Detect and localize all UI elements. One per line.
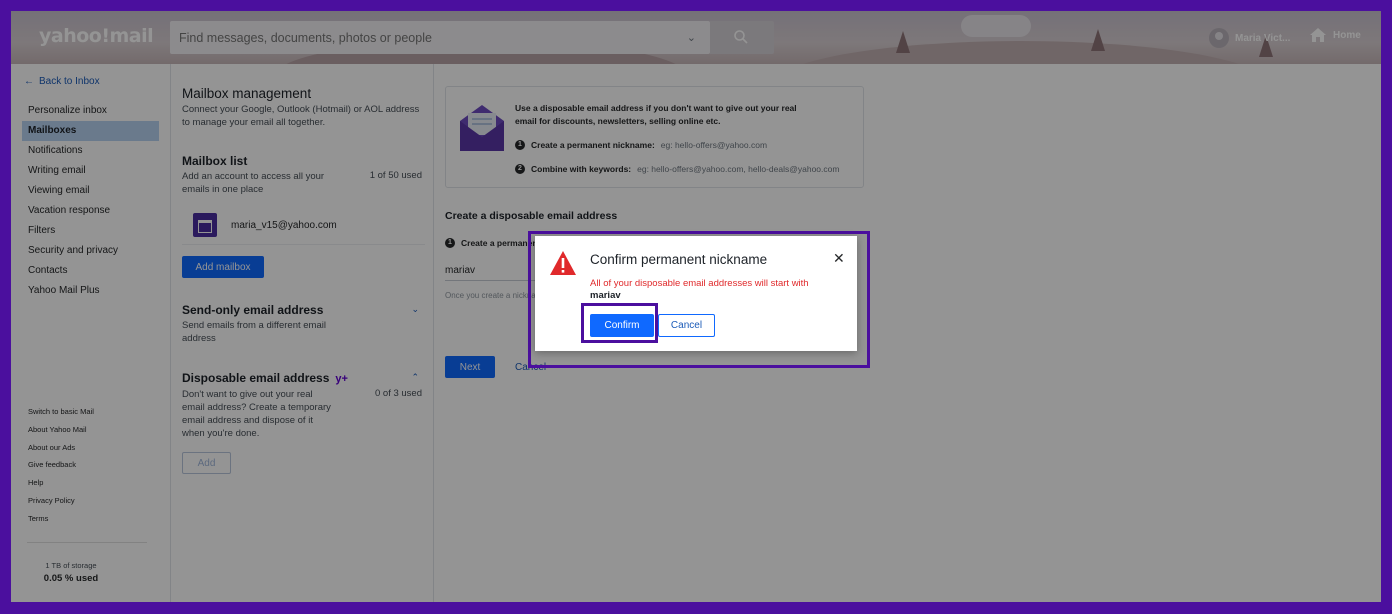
mail-app: yahoo!mail ⌄ Maria Vict... Home ← Back t… (11, 11, 1381, 602)
dialog-nickname: mariav (590, 290, 621, 301)
dialog-cancel-button[interactable]: Cancel (658, 314, 715, 337)
dialog-message: All of your disposable email addresses w… (590, 278, 809, 289)
confirm-highlight-frame (581, 303, 658, 343)
warning-icon (550, 251, 576, 275)
close-icon[interactable]: ✕ (833, 250, 845, 267)
dialog-title: Confirm permanent nickname (590, 252, 768, 267)
